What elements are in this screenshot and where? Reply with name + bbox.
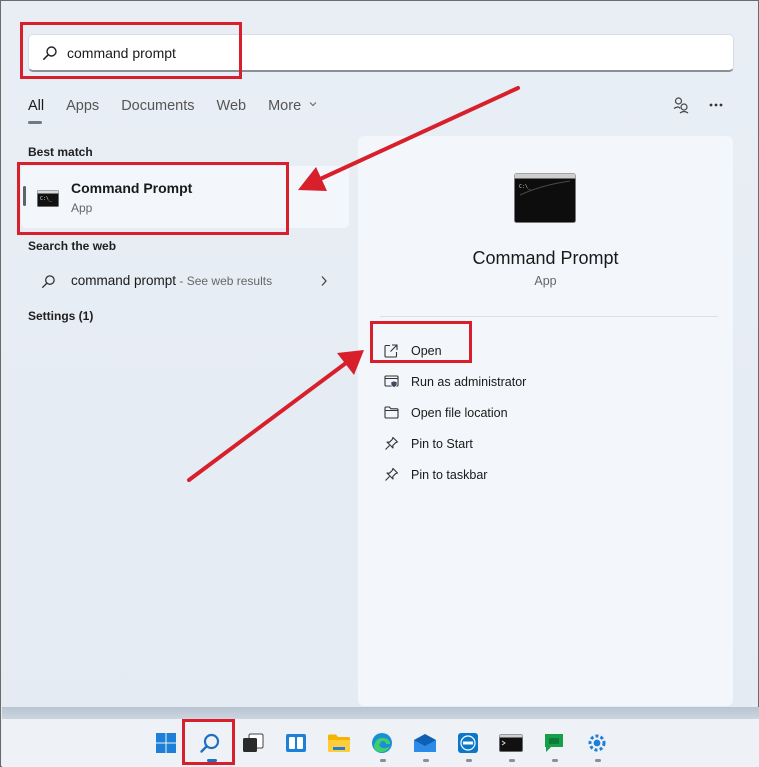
chevron-down-icon xyxy=(309,102,317,107)
widgets-icon[interactable] xyxy=(284,731,308,755)
tab-documents[interactable]: Documents xyxy=(121,97,194,121)
open-file-location-action[interactable]: Open file location xyxy=(383,397,526,428)
run-as-administrator-label: Run as administrator xyxy=(411,374,527,389)
open-file-location-label: Open file location xyxy=(411,405,508,420)
taskbar xyxy=(2,719,759,767)
search-web-heading: Search the web xyxy=(28,239,117,253)
chat-icon[interactable] xyxy=(542,731,566,755)
dell-icon[interactable] xyxy=(456,731,480,755)
annotation-box-open xyxy=(370,321,472,363)
tab-more[interactable]: More xyxy=(268,97,317,121)
header-actions xyxy=(672,96,724,114)
tab-apps[interactable]: Apps xyxy=(66,97,99,121)
running-app-indicator xyxy=(552,759,558,762)
settings-heading[interactable]: Settings (1) xyxy=(28,309,93,323)
preview-type: App xyxy=(534,274,557,288)
pin-to-taskbar-action[interactable]: Pin to taskbar xyxy=(383,459,526,490)
svg-text:C:\_: C:\_ xyxy=(519,184,532,190)
web-result-query: command prompt xyxy=(71,273,177,288)
tab-web[interactable]: Web xyxy=(217,97,247,121)
running-app-indicator xyxy=(595,759,601,762)
tab-more-label: More xyxy=(268,98,302,114)
filter-tabs: All Apps Documents Web More xyxy=(28,97,339,124)
run-as-administrator-action[interactable]: Run as administrator xyxy=(383,366,526,397)
chevron-right-icon[interactable] xyxy=(320,275,328,287)
pin-to-start-label: Pin to Start xyxy=(411,436,473,451)
pin-to-start-action[interactable]: Pin to Start xyxy=(383,428,526,459)
shield-admin-icon xyxy=(383,374,399,390)
terminal-icon[interactable] xyxy=(499,731,523,755)
command-prompt-large-icon: C:\_ xyxy=(514,173,576,223)
preview-divider xyxy=(380,316,718,317)
task-view-icon[interactable] xyxy=(241,731,265,755)
running-app-indicator xyxy=(509,759,515,762)
file-explorer-icon[interactable] xyxy=(327,731,351,755)
running-app-indicator xyxy=(423,759,429,762)
windows-start-icon[interactable] xyxy=(154,731,178,755)
running-app-indicator xyxy=(466,759,472,762)
mail-icon[interactable] xyxy=(413,731,437,755)
web-result-suffix: - See web results xyxy=(176,274,273,288)
web-result-text: command prompt - See web results xyxy=(71,273,272,288)
running-app-indicator xyxy=(380,759,386,762)
edge-browser-icon[interactable] xyxy=(370,731,394,755)
more-options-icon[interactable] xyxy=(708,97,724,113)
web-search-result[interactable]: command prompt - See web results xyxy=(21,267,349,295)
folder-icon xyxy=(383,405,399,421)
best-match-heading: Best match xyxy=(28,145,93,159)
start-search-window: command prompt All Apps Documents Web Mo… xyxy=(0,0,759,767)
preview-pane: C:\_ Command Prompt App Open Run as admi… xyxy=(358,136,733,706)
settings-app-icon[interactable] xyxy=(585,731,609,755)
pin-to-taskbar-label: Pin to taskbar xyxy=(411,467,488,482)
annotation-box-search xyxy=(20,22,242,79)
search-icon xyxy=(41,275,55,289)
tab-all[interactable]: All xyxy=(28,97,44,124)
annotation-box-best-match xyxy=(17,162,289,235)
pin-icon xyxy=(383,467,399,483)
preview-title: Command Prompt xyxy=(472,248,619,268)
pin-icon xyxy=(383,436,399,452)
account-switch-icon[interactable] xyxy=(672,96,690,114)
annotation-box-taskbar-search xyxy=(182,719,235,765)
